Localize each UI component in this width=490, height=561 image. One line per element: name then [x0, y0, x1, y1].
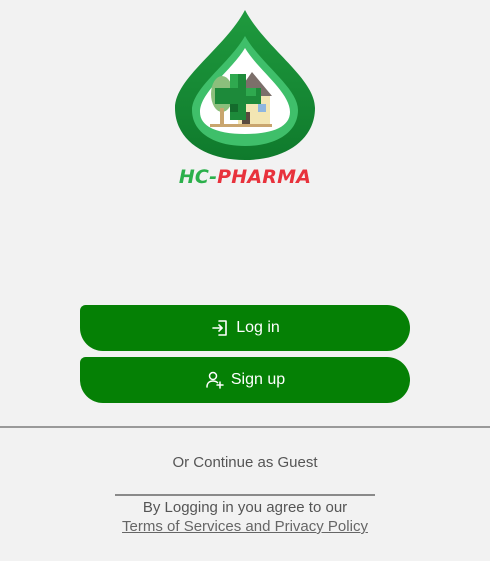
agreement-text: By Logging in you agree to our [142, 499, 348, 516]
brand-suffix: PHARMA [217, 166, 312, 188]
footer-divider [115, 494, 375, 496]
brand-prefix: HC- [178, 166, 218, 188]
signup-label: Sign up [230, 371, 286, 388]
terms-container: Terms of Services and Privacy Policy [0, 518, 490, 535]
section-divider [0, 426, 490, 428]
login-icon [210, 318, 230, 338]
signup-button[interactable]: Sign up [80, 357, 410, 403]
app-logo [170, 8, 320, 190]
terms-privacy-link[interactable]: Terms of Services and Privacy Policy [122, 518, 368, 535]
add-user-icon [205, 370, 225, 390]
login-button[interactable]: Log in [80, 305, 410, 351]
login-label: Log in [236, 319, 280, 336]
continue-as-guest-link[interactable]: Or Continue as Guest [0, 454, 490, 471]
pharmacy-house-logo-icon [175, 10, 315, 160]
brand-name: HC-PHARMA [170, 166, 320, 188]
